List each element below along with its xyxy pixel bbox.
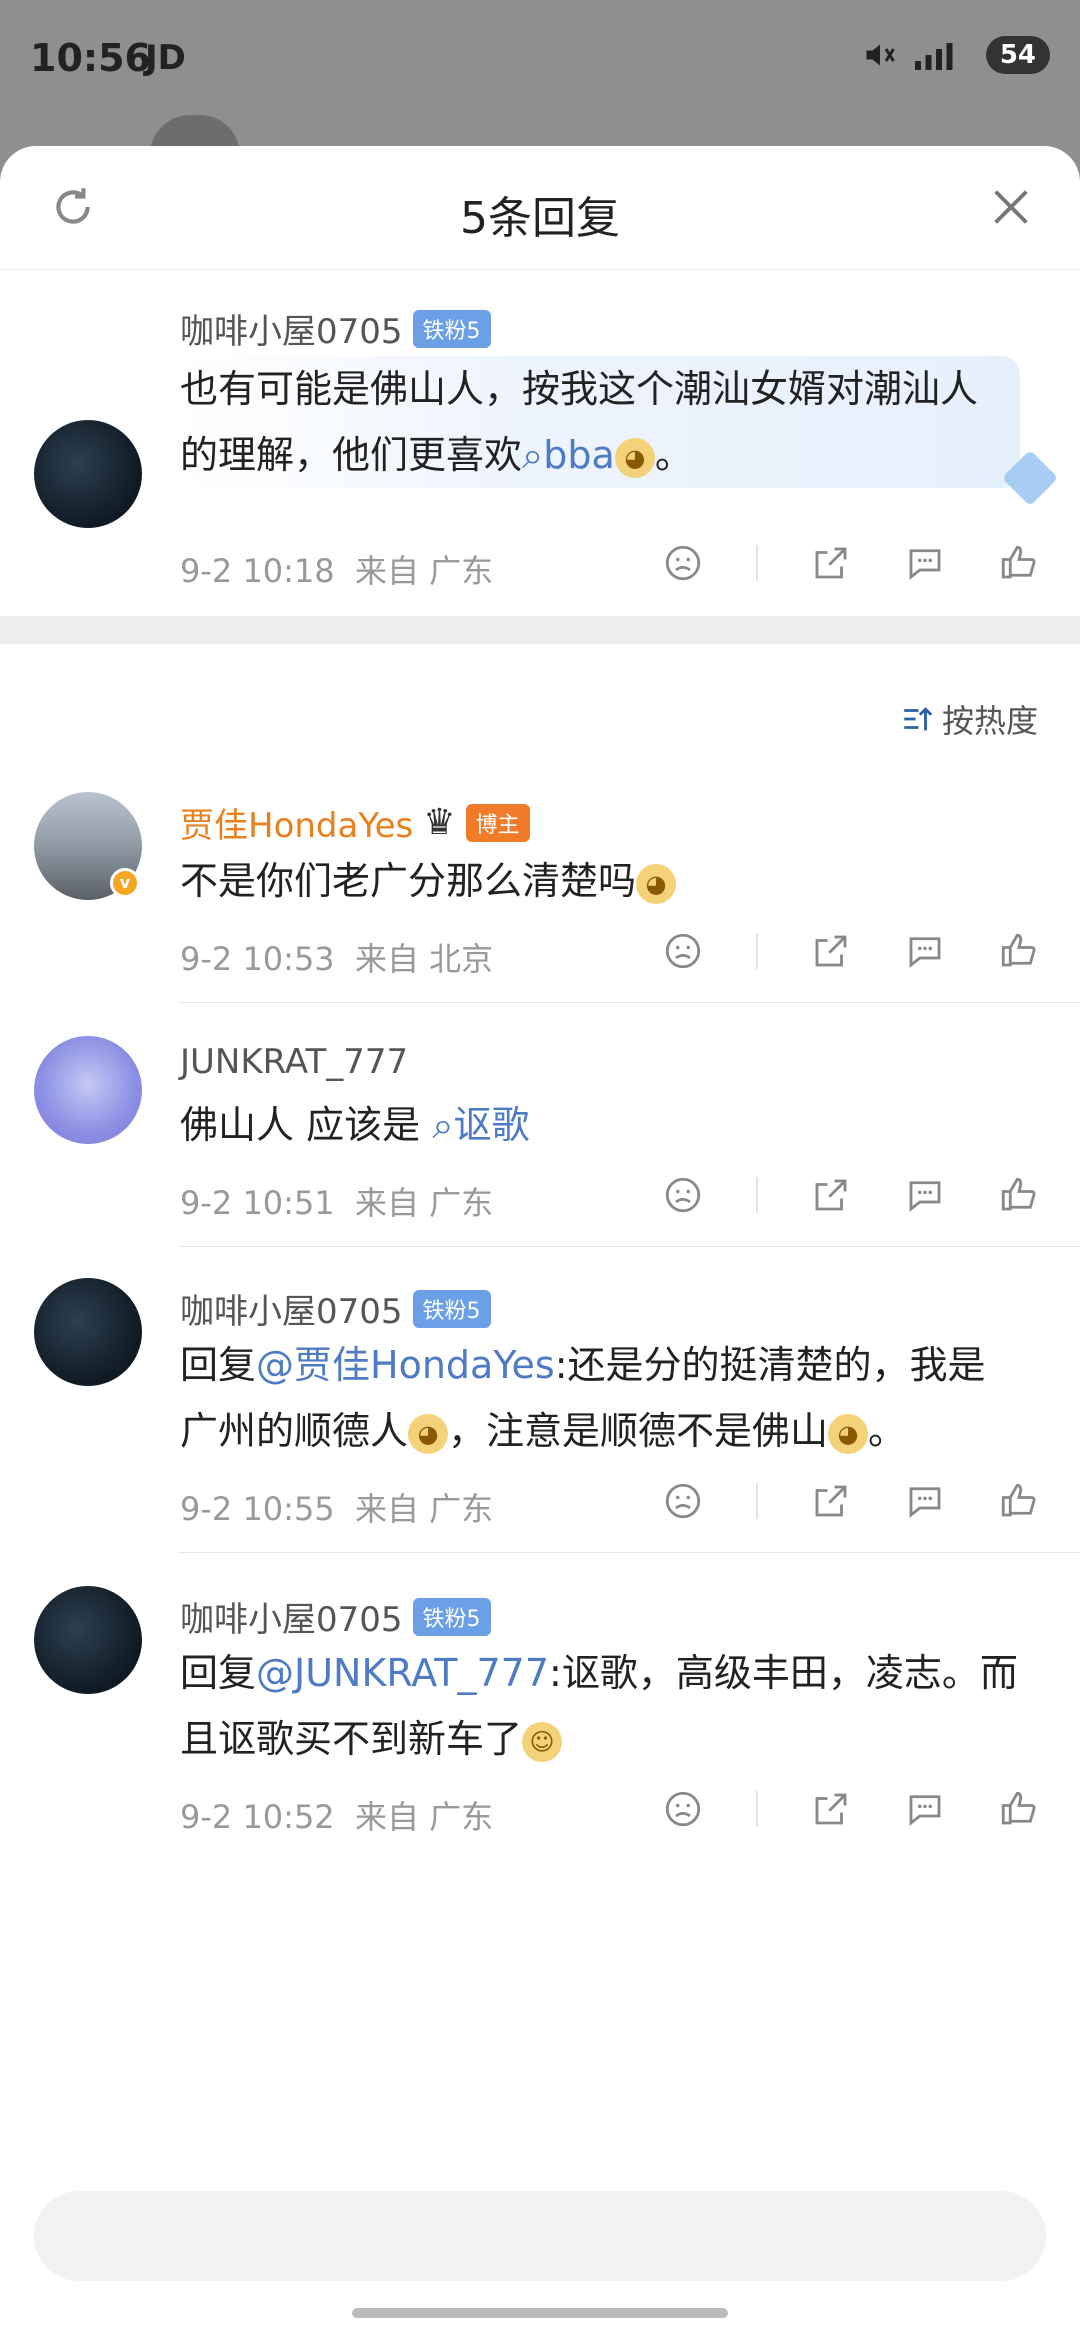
comment-user[interactable]: 咖啡小屋0705 铁粉5 xyxy=(180,304,491,353)
verified-badge: v xyxy=(110,868,140,898)
share-icon[interactable] xyxy=(810,930,852,972)
share-icon[interactable] xyxy=(810,1788,852,1830)
fan-badge: 铁粉5 xyxy=(412,1289,491,1328)
dislike-icon[interactable] xyxy=(662,542,704,584)
crown-icon: ♛ xyxy=(423,802,456,843)
username[interactable]: 咖啡小屋0705 xyxy=(180,304,403,353)
mute-icon xyxy=(866,44,895,66)
signal-icon xyxy=(914,43,953,70)
sort-button[interactable]: 按热度 xyxy=(900,696,1038,742)
status-app-icons: JD xyxy=(145,38,186,78)
comment-actions xyxy=(662,1174,1040,1216)
dislike-icon[interactable] xyxy=(662,930,704,972)
status-time: 10:56 xyxy=(30,36,151,80)
section-divider xyxy=(0,616,1080,644)
dislike-icon[interactable] xyxy=(662,1174,704,1216)
username[interactable]: 咖啡小屋0705 xyxy=(180,1592,403,1641)
username[interactable]: 贾佳HondaYes xyxy=(180,798,413,847)
comment-text: 回复@贾佳HondaYes:还是分的挺清楚的，我是广州的顺德人 ◕ ，注意是顺德不是… xyxy=(180,1343,986,1454)
share-icon[interactable] xyxy=(810,1480,852,1522)
reply-input[interactable] xyxy=(94,2211,974,2261)
battery-indicator: 54 xyxy=(985,36,1050,74)
avatar[interactable] xyxy=(34,1586,142,1694)
like-icon[interactable] xyxy=(998,542,1040,584)
home-indicator[interactable] xyxy=(352,2308,728,2318)
sheet-header: 5条回复 xyxy=(0,146,1080,270)
comment-text: 不是你们老广分那么清楚吗 ◕ xyxy=(180,848,1020,914)
doge-emoji: ◕ xyxy=(828,1413,869,1454)
comment-user[interactable]: JUNKRAT_777 xyxy=(180,1042,408,1082)
comment-meta: 9-2 10:52 来自 广东 xyxy=(180,1798,494,1836)
dislike-icon[interactable] xyxy=(662,1480,704,1522)
doge-emoji: ◕ xyxy=(408,1413,449,1454)
comment-meta: 9-2 10:53 来自 北京 xyxy=(180,940,494,978)
status-right: 54 xyxy=(862,36,1050,74)
username[interactable]: JUNKRAT_777 xyxy=(180,1042,408,1082)
username[interactable]: 咖啡小屋0705 xyxy=(180,1284,403,1333)
sort-icon xyxy=(904,707,933,731)
like-icon[interactable] xyxy=(998,930,1040,972)
avatar[interactable] xyxy=(34,420,142,528)
topic-link[interactable]: ⌕bba xyxy=(522,433,615,477)
topic-link[interactable]: ⌕讴歌 xyxy=(432,1103,529,1147)
comment-text: 佛山人 应该是 ⌕讴歌 xyxy=(180,1103,530,1147)
comment-text: 也有可能是佛山人，按我这个潮汕女婿对潮汕人的理解，他们更喜欢⌕bba ◕。 xyxy=(180,356,1020,488)
share-icon[interactable] xyxy=(810,1174,852,1216)
fan-badge: 铁粉5 xyxy=(412,309,491,348)
doge-emoji: ◕ xyxy=(636,863,677,904)
row-divider xyxy=(178,1552,1080,1553)
like-icon[interactable] xyxy=(998,1788,1040,1830)
avatar[interactable] xyxy=(34,1036,142,1144)
comment-icon[interactable] xyxy=(904,930,946,972)
comment-icon[interactable] xyxy=(904,542,946,584)
comment-actions xyxy=(662,930,1040,972)
comment-icon[interactable] xyxy=(904,1480,946,1522)
replies-sheet: 5条回复 咖啡小屋0705 铁粉5 也有可能是佛山人，按我这个潮汕女婿对潮汕人的… xyxy=(0,146,1080,2340)
blogger-badge: 博主 xyxy=(465,803,530,842)
comment-user[interactable]: 咖啡小屋0705 铁粉5 xyxy=(180,1284,491,1333)
row-divider xyxy=(178,1246,1080,1247)
comment-icon[interactable] xyxy=(904,1174,946,1216)
like-icon[interactable] xyxy=(998,1174,1040,1216)
row-divider xyxy=(178,1002,1080,1003)
comment-user[interactable]: 贾佳HondaYes ♛ 博主 xyxy=(180,798,530,847)
fan-badge: 铁粉5 xyxy=(412,1597,491,1636)
mention-link[interactable]: @贾佳HondaYes xyxy=(256,1343,555,1387)
like-icon[interactable] xyxy=(998,1480,1040,1522)
mention-link[interactable]: @JUNKRAT_777 xyxy=(256,1651,549,1695)
comment-text: 回复@JUNKRAT_777:讴歌，高级丰田，凌志。而且讴歌买不到新车了 ☺ xyxy=(180,1651,1018,1762)
page-title: 5条回复 xyxy=(460,193,620,244)
comment-actions xyxy=(662,542,1040,584)
doge-emoji: ◕ xyxy=(614,437,655,478)
reply-input-bar[interactable] xyxy=(34,2191,1046,2281)
comment-meta: 9-2 10:55 来自 广东 xyxy=(180,1490,494,1528)
laugh-emoji: ☺ xyxy=(522,1721,563,1762)
comment-actions xyxy=(662,1788,1040,1830)
comment-actions xyxy=(662,1480,1040,1522)
comment-meta: 9-2 10:51 来自 广东 xyxy=(180,1184,494,1222)
status-bar: 10:56 JD 54 xyxy=(0,0,1080,120)
comment-user[interactable]: 咖啡小屋0705 铁粉5 xyxy=(180,1592,491,1641)
avatar[interactable] xyxy=(34,1278,142,1386)
comment-icon[interactable] xyxy=(904,1788,946,1830)
share-icon[interactable] xyxy=(810,542,852,584)
comment-meta: 9-2 10:18 来自 广东 xyxy=(180,552,494,590)
dislike-icon[interactable] xyxy=(662,1788,704,1830)
close-icon[interactable] xyxy=(988,184,1034,230)
